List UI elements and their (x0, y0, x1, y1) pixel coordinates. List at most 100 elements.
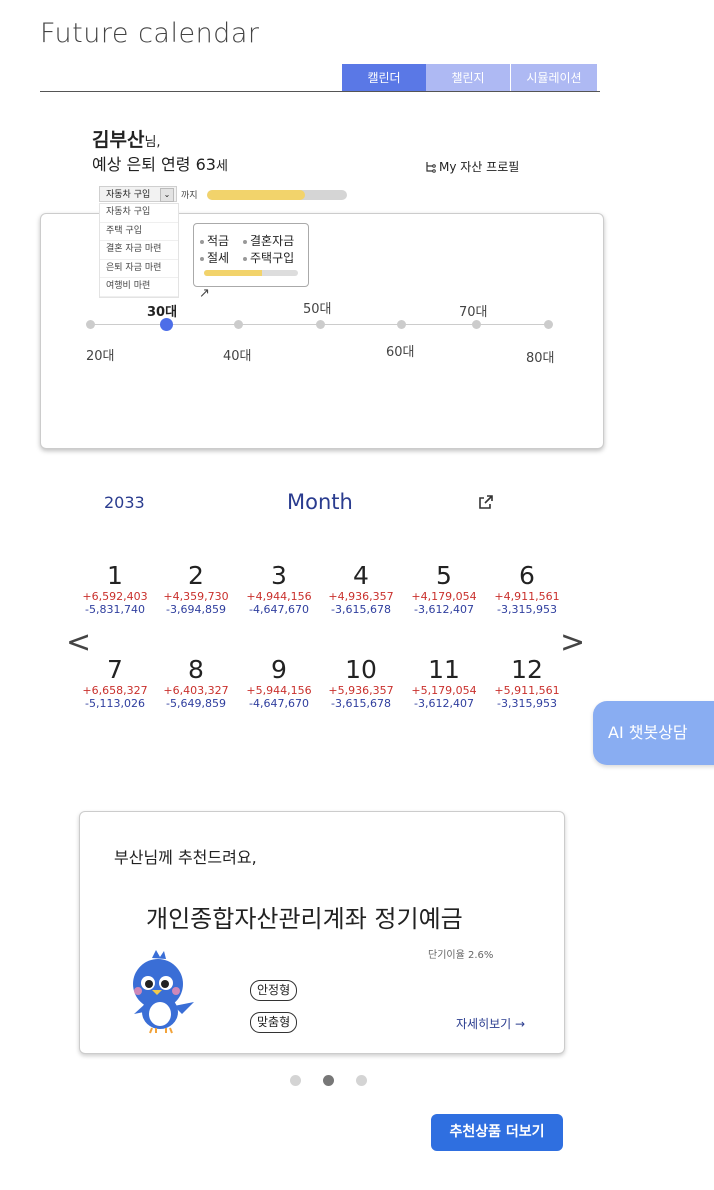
prev-arrow-icon[interactable]: < (66, 628, 91, 658)
month-number: 3 (271, 561, 287, 590)
month-cell[interactable]: 4 +4,936,357 -3,615,678 (320, 561, 402, 617)
month-expense: -5,113,026 (85, 697, 145, 710)
user-name: 김부산 (92, 129, 145, 151)
month-number: 12 (511, 655, 543, 684)
timeline-age-label[interactable]: 20대 (86, 345, 115, 364)
calendar-year[interactable]: 2033 (104, 493, 145, 512)
honorific: 님, (144, 135, 161, 150)
carousel-dot[interactable] (290, 1075, 301, 1086)
month-number: 9 (271, 655, 287, 684)
timeline-point[interactable] (316, 320, 325, 329)
timeline-point[interactable] (234, 320, 243, 329)
month-expense: -3,612,407 (414, 603, 474, 616)
retirement-age-value: 63 (195, 155, 216, 174)
month-expense: -3,615,678 (331, 603, 391, 616)
month-cell[interactable]: 5 +4,179,054 -3,612,407 (403, 561, 485, 617)
tab-simulation[interactable]: 시뮬레이션 (510, 64, 597, 92)
timeline-age-label[interactable]: 70대 (459, 301, 488, 320)
month-cell[interactable]: 8 +6,403,327 -5,649,859 (155, 655, 237, 711)
goal-option[interactable]: 여행비 마련 (100, 278, 178, 297)
goal-selected-value: 자동차 구입 (106, 190, 151, 200)
timeline-age-label[interactable]: 50대 (303, 298, 332, 317)
month-expense: -3,615,678 (331, 697, 391, 710)
month-expense: -4,647,670 (249, 603, 309, 616)
month-income: +6,403,327 (163, 684, 229, 697)
tab-challenge[interactable]: 챌린지 (426, 64, 510, 92)
month-number: 1 (107, 561, 123, 590)
timeline-point[interactable] (544, 320, 553, 329)
retirement-age-unit: 세 (215, 159, 228, 174)
goal-progress-fill (207, 190, 305, 200)
month-income: +6,592,403 (82, 590, 148, 603)
month-cell[interactable]: 1 +6,592,403 -5,831,740 (74, 561, 156, 617)
goal-option[interactable]: 은퇴 자금 마련 (100, 260, 178, 278)
calendar-view-mode[interactable]: Month (287, 490, 353, 514)
month-number: 8 (188, 655, 204, 684)
month-number: 6 (519, 561, 535, 590)
month-income: +5,179,054 (411, 684, 477, 697)
tooltip-progress-bar (204, 270, 298, 276)
month-number: 10 (345, 655, 377, 684)
goal-option[interactable]: 자동차 구입 (100, 204, 178, 223)
goal-dropdown-menu: 자동차 구입 주택 구입 결혼 자금 마련 은퇴 자금 마련 여행비 마련 (99, 203, 179, 298)
timeline-age-label[interactable]: 40대 (223, 345, 252, 364)
month-cell[interactable]: 3 +4,944,156 -4,647,670 (238, 561, 320, 617)
month-income: +5,944,156 (246, 684, 312, 697)
month-cell[interactable]: 2 +4,359,730 -3,694,859 (155, 561, 237, 617)
tooltip-item: 적금 (200, 232, 229, 249)
month-income: +4,359,730 (163, 590, 229, 603)
month-cell[interactable]: 11 +5,179,054 -3,612,407 (403, 656, 485, 711)
month-income: +4,944,156 (246, 590, 312, 603)
arrow-up-right-icon: ↗ (199, 286, 210, 301)
month-expense: -5,831,740 (85, 603, 145, 616)
timeline-point[interactable] (397, 320, 406, 329)
month-number: 5 (436, 561, 452, 590)
more-products-button[interactable]: 추천상품 더보기 (431, 1114, 563, 1151)
month-cell[interactable]: 9 +5,944,156 -4,647,670 (238, 655, 320, 711)
month-number: 7 (107, 655, 123, 684)
month-expense: -3,315,953 (497, 697, 557, 710)
retirement-age: 예상 은퇴 연령 63세 (92, 151, 228, 175)
chevron-down-icon[interactable]: ⌄ (160, 188, 174, 202)
carousel-dot[interactable] (356, 1075, 367, 1086)
month-number: 4 (353, 561, 369, 590)
month-income: +5,936,357 (328, 684, 394, 697)
carousel-dots (290, 1075, 367, 1086)
goal-select[interactable]: 자동차 구입 ⌄ (99, 186, 177, 202)
month-income: +6,658,327 (82, 684, 148, 697)
goal-option[interactable]: 주택 구입 (100, 223, 178, 241)
timeline-age-label[interactable]: 80대 (526, 347, 555, 366)
goal-option[interactable]: 결혼 자금 마련 (100, 241, 178, 260)
month-cell[interactable]: 6 +4,911,561 -3,315,953 (486, 561, 568, 617)
month-cell[interactable]: 12 +5,911,561 -3,315,953 (486, 655, 568, 711)
timeline-age-label[interactable]: 30대 (147, 301, 177, 320)
open-external-icon[interactable] (478, 494, 494, 510)
timeline-point[interactable] (472, 320, 481, 329)
tag-customized: 맞춤형 (250, 1012, 298, 1033)
month-expense: -3,612,407 (414, 697, 474, 710)
tag-stable: 안정형 (250, 980, 298, 1001)
carousel-dot[interactable] (323, 1075, 334, 1086)
ai-chatbot-button[interactable]: AI 챗봇상담 (593, 701, 714, 765)
month-number: 2 (188, 561, 204, 590)
month-cell[interactable]: 10 +5,936,357 -3,615,678 (320, 655, 402, 711)
timeline-age-label[interactable]: 60대 (386, 341, 415, 360)
recommendation-intro: 부산님께 추천드려요, (114, 848, 257, 867)
month-income: +4,911,561 (494, 590, 560, 603)
month-cell[interactable]: 7 +6,658,327 -5,113,026 (74, 655, 156, 711)
next-arrow-icon[interactable]: > (560, 628, 585, 658)
asset-profile-label: My 자산 프로필 (439, 160, 520, 174)
interest-rate: 단기이율 2.6% (428, 950, 494, 961)
month-expense: -5,649,859 (166, 697, 226, 710)
tab-calendar[interactable]: 캘린더 (342, 64, 426, 92)
app-title: Future calendar (40, 18, 260, 49)
month-income: +5,911,561 (494, 684, 560, 697)
month-income: +4,936,357 (328, 590, 394, 603)
goal-progress-bar (207, 190, 347, 200)
asset-profile-link[interactable]: My 자산 프로필 (424, 158, 519, 175)
header-divider (40, 91, 600, 92)
tab-bar: 캘린더 챌린지 시뮬레이션 (342, 64, 597, 92)
plan-tooltip: 적금 결혼자금 절세 주택구입 (193, 223, 309, 287)
timeline-point[interactable] (86, 320, 95, 329)
view-detail-link[interactable]: 자세히보기 → (456, 1015, 525, 1032)
